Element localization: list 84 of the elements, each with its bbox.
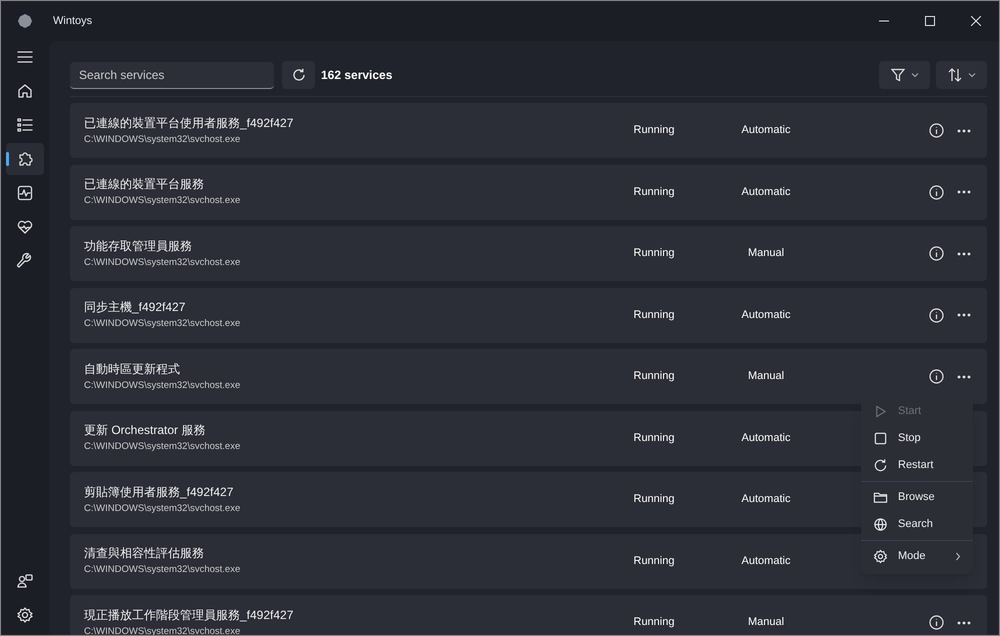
sort-icon (948, 68, 962, 82)
status-text: Running (632, 308, 676, 323)
startup-type: Automatic (740, 492, 792, 508)
more-icon (957, 252, 971, 256)
startup-type: Manual (746, 246, 786, 262)
people-icon (16, 572, 34, 590)
stop-icon (873, 431, 888, 446)
search-field[interactable]: Search services (70, 62, 274, 88)
service-name: 更新 Orchestrator 服務 (84, 423, 206, 438)
startup-type: Automatic (740, 184, 792, 200)
service-path: C:\WINDOWS\system32\svchost.exe (84, 195, 242, 207)
more-icon (957, 128, 971, 132)
service-count: 162 services (321, 67, 392, 84)
status-text: Running (632, 369, 676, 384)
startup-type: Automatic (740, 308, 792, 323)
status-text: Running (632, 430, 676, 446)
service-name: 已連線的裝置平台服務 (84, 177, 205, 192)
home-icon (16, 82, 34, 100)
status-text: Running (632, 554, 676, 569)
service-row[interactable]: 功能存取管理員服務 C:\WINDOWS\system32\svchost.exe Running Manual (70, 226, 987, 281)
more-icon (957, 313, 971, 317)
startup-type: Automatic (740, 430, 792, 446)
info-icon (928, 308, 944, 322)
heart-pulse-icon (16, 218, 34, 236)
settings-icon (16, 606, 34, 624)
status-text: Running (632, 492, 676, 508)
service-path: C:\WINDOWS\system32\svchost.exe (84, 564, 242, 576)
nav-item[interactable] (6, 143, 44, 175)
service-name: 功能存取管理員服務 (84, 238, 193, 254)
window-title: Wintoys (53, 14, 92, 29)
chevron-down-icon (968, 72, 976, 78)
info-icon (928, 615, 944, 630)
list-icon (16, 116, 34, 134)
chevron-right-icon (955, 552, 961, 561)
menu-item[interactable]: Mode (861, 543, 973, 570)
more-icon (957, 620, 971, 624)
service-path: C:\WINDOWS\system32\svchost.exe (84, 134, 242, 146)
more-icon (957, 374, 971, 378)
service-row[interactable]: 自動時區更新程式 C:\WINDOWS\system32\svchost.exe Running Manual (70, 349, 987, 404)
close-icon (971, 16, 981, 26)
filter-icon (890, 68, 904, 82)
service-path: C:\WINDOWS\system32\svchost.exe (84, 318, 242, 330)
service-name: 清查與相容性評估服務 (84, 546, 205, 561)
filter-button[interactable] (879, 61, 930, 89)
startup-type: Automatic (740, 554, 792, 569)
maximize-icon (925, 16, 935, 26)
startup-type: Manual (746, 615, 786, 630)
sort-button[interactable] (936, 61, 987, 89)
status-text: Running (632, 246, 676, 262)
service-name: 已連線的裝置平台使用者服務_f492f427 (84, 116, 294, 130)
service-path: C:\WINDOWS\system32\svchost.exe (84, 380, 242, 392)
service-row[interactable]: 同步主機_f492f427 C:\WINDOWS\system32\svchost.exe Running Automatic (70, 288, 987, 342)
startup-type: Manual (746, 369, 786, 384)
play-icon (873, 404, 888, 419)
refresh-button[interactable] (282, 61, 315, 89)
info-icon (928, 369, 944, 384)
settings-icon (873, 549, 888, 564)
refresh-icon (290, 67, 306, 83)
service-path: C:\WINDOWS\system32\svchost.exe (84, 441, 242, 453)
wrench-icon (16, 252, 34, 270)
startup-type: Automatic (740, 123, 792, 138)
chevron-down-icon (910, 72, 918, 78)
status-text: Running (632, 123, 676, 138)
globe-icon (873, 517, 888, 532)
service-path: C:\WINDOWS\system32\svchost.exe (84, 502, 242, 514)
folder-icon (873, 490, 888, 505)
service-name: 剪貼簿使用者服務_f492f427 (84, 484, 234, 500)
service-name: 同步主機_f492f427 (84, 300, 186, 315)
menu-item[interactable]: Stop (861, 425, 973, 452)
more-icon (957, 190, 971, 194)
service-row[interactable]: 已連線的裝置平台服務 C:\WINDOWS\system32\svchost.exe Running Automatic (70, 164, 987, 220)
service-row[interactable]: 已連線的裝置平台使用者服務_f492f427 C:\WINDOWS\system32\svchost.exe Running Automatic (70, 103, 987, 158)
service-path: C:\WINDOWS\system32\svchost.exe (84, 256, 242, 268)
activity-icon (16, 184, 34, 202)
app-logo-icon (17, 13, 33, 29)
info-icon (928, 123, 944, 138)
status-text: Running (632, 184, 676, 200)
status-text: Running (632, 615, 676, 630)
refresh-icon (873, 458, 888, 473)
menu-item[interactable]: Browse (861, 484, 973, 511)
info-icon (928, 246, 944, 261)
info-icon (928, 184, 944, 200)
service-name: 自動時區更新程式 (84, 362, 181, 376)
service-name: 現正播放工作階段管理員服務_f492f427 (84, 608, 294, 622)
